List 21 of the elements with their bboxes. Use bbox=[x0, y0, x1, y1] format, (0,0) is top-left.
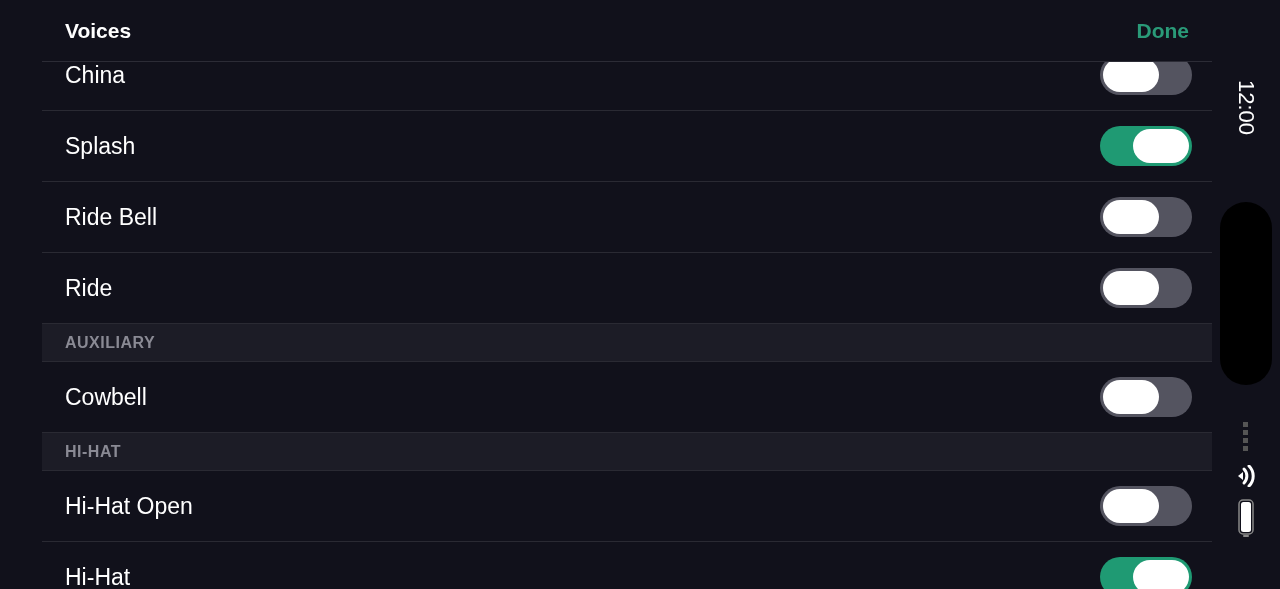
voice-label: Ride bbox=[65, 274, 113, 302]
clock: 12:00 bbox=[1235, 79, 1257, 138]
toggle-switch[interactable] bbox=[1100, 268, 1192, 308]
toggle-switch[interactable] bbox=[1100, 126, 1192, 166]
voice-label: Cowbell bbox=[65, 383, 147, 411]
voice-label: Hi-Hat bbox=[65, 563, 131, 589]
voice-label: Ride Bell bbox=[65, 203, 158, 231]
section-title: AUXILIARY bbox=[65, 333, 156, 352]
screen-title: Voices bbox=[65, 18, 132, 43]
battery-icon bbox=[1238, 499, 1254, 539]
toggle-switch[interactable] bbox=[1100, 62, 1192, 95]
section-title: HI-HAT bbox=[65, 442, 122, 461]
wifi-icon bbox=[1236, 465, 1256, 487]
voice-label: Splash bbox=[65, 132, 136, 160]
toggle-switch[interactable] bbox=[1100, 197, 1192, 237]
done-button[interactable]: Done bbox=[1136, 18, 1189, 43]
toggle-switch[interactable] bbox=[1100, 557, 1192, 589]
voice-label: Hi-Hat Open bbox=[65, 492, 193, 520]
voice-label: China bbox=[65, 62, 126, 89]
toggle-switch[interactable] bbox=[1100, 377, 1192, 417]
toggle-switch[interactable] bbox=[1100, 486, 1192, 526]
